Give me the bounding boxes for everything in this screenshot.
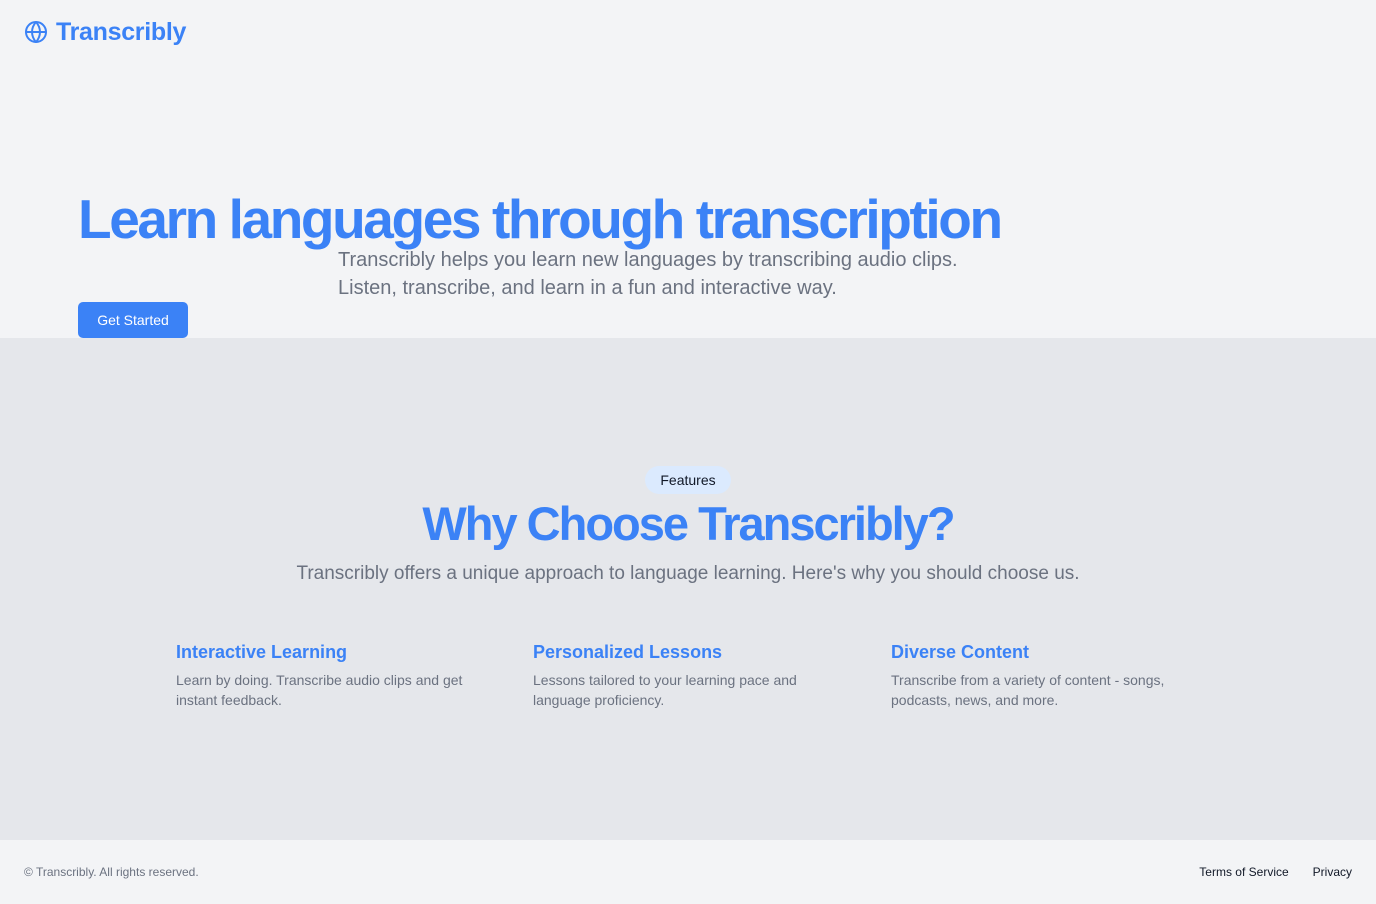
features-subtitle: Transcribly offers a unique approach to … [296,563,1080,584]
feature-title: Diverse Content [891,642,1030,662]
hero-subtitle-line-2: Listen, transcribe, and learn in a fun a… [338,277,837,299]
page: Transcribly Learn languages through tran… [0,0,1376,904]
feature-description: Lessons tailored to your learning pace a… [533,672,797,708]
features-badge: Features [645,466,731,494]
feature-card-diverse-content: Diverse Content Transcribe from a variet… [891,638,1211,710]
hero-section: Transcribly Learn languages through tran… [0,0,1376,338]
brand-name: Transcribly [56,18,187,46]
globe-icon [25,21,47,43]
copyright-text: © Transcribly. All rights reserved. [24,865,199,879]
feature-card-interactive-learning: Interactive Learning Learn by doing. Tra… [176,638,496,710]
feature-description: Transcribe from a variety of content - s… [891,672,1165,708]
privacy-link[interactable]: Privacy [1313,864,1352,880]
feature-card-personalized-lessons: Personalized Lessons Lessons tailored to… [533,638,853,710]
feature-title: Personalized Lessons [533,642,723,662]
get-started-button[interactable]: Get Started [78,302,188,338]
hero-subtitle-line-1: Transcribly helps you learn new language… [338,249,958,271]
features-section: Features Why Choose Transcribly? Transcr… [0,338,1376,840]
footer-nav: Terms of Service Privacy [1199,864,1352,880]
features-title: Why Choose Transcribly? [422,497,955,550]
hero-subtitle: Transcribly helps you learn new language… [338,246,1038,302]
terms-of-service-link[interactable]: Terms of Service [1199,864,1288,880]
feature-title: Interactive Learning [176,642,348,662]
footer: © Transcribly. All rights reserved. Term… [0,840,1376,904]
hero-title: Learn languages through transcription [78,188,1003,250]
feature-description: Learn by doing. Transcribe audio clips a… [176,672,463,708]
brand-link[interactable]: Transcribly [24,16,186,48]
